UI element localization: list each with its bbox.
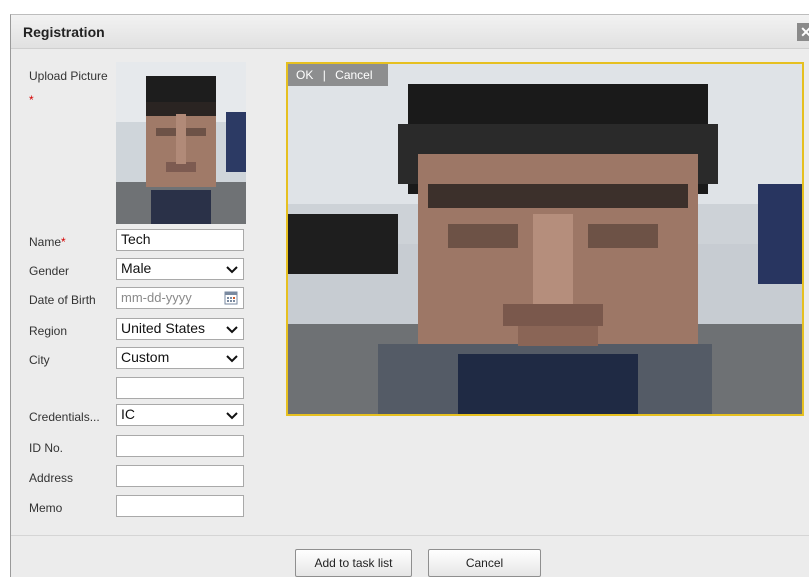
face-crop-editor[interactable]: OK | Cancel bbox=[286, 62, 804, 416]
chevron-down-icon bbox=[226, 412, 238, 420]
chevron-down-icon bbox=[226, 266, 238, 274]
dob-field[interactable]: mm-dd-yyyy bbox=[116, 287, 244, 309]
memo-label: Memo bbox=[29, 501, 63, 515]
memo-field[interactable] bbox=[116, 495, 244, 517]
close-icon[interactable]: ✕ bbox=[797, 23, 809, 41]
crop-cancel-button[interactable]: Cancel bbox=[335, 68, 372, 82]
dialog-title: Registration bbox=[23, 24, 105, 40]
upload-required-mark: * bbox=[29, 93, 34, 107]
gender-label: Gender bbox=[29, 264, 70, 278]
address-label: Address bbox=[29, 471, 74, 485]
gender-select[interactable]: Male bbox=[116, 258, 244, 280]
chevron-down-icon bbox=[226, 326, 238, 334]
chevron-down-icon bbox=[226, 355, 238, 363]
name-field[interactable]: Tech bbox=[116, 229, 244, 251]
footer-divider bbox=[11, 535, 809, 536]
id-no-label: ID No. bbox=[29, 441, 64, 455]
region-select[interactable]: United States bbox=[116, 318, 244, 340]
credentials-label: Credentials... bbox=[29, 410, 100, 424]
name-label: Name* bbox=[29, 235, 66, 249]
address-field[interactable] bbox=[116, 465, 244, 487]
city-select[interactable]: Custom bbox=[116, 347, 244, 369]
upload-picture-label: Upload Picture bbox=[29, 69, 108, 83]
id-no-field[interactable] bbox=[116, 435, 244, 457]
dob-label: Date of Birth bbox=[29, 293, 96, 307]
calendar-icon[interactable] bbox=[224, 291, 238, 305]
cancel-button[interactable]: Cancel bbox=[428, 549, 541, 577]
registration-dialog: Registration ✕ Upload Picture * Name* Te… bbox=[10, 14, 809, 577]
add-to-task-list-button[interactable]: Add to task list bbox=[295, 549, 412, 577]
dialog-titlebar: Registration ✕ bbox=[11, 15, 809, 49]
face-photo bbox=[288, 64, 802, 414]
uploaded-picture-thumbnail[interactable] bbox=[116, 62, 246, 224]
credentials-select[interactable]: IC bbox=[116, 404, 244, 426]
crop-action-bar: OK | Cancel bbox=[288, 64, 388, 86]
crop-separator: | bbox=[322, 68, 326, 82]
city-custom-field[interactable] bbox=[116, 377, 244, 399]
crop-ok-button[interactable]: OK bbox=[296, 68, 313, 82]
region-label: Region bbox=[29, 324, 68, 338]
city-label: City bbox=[29, 353, 50, 367]
